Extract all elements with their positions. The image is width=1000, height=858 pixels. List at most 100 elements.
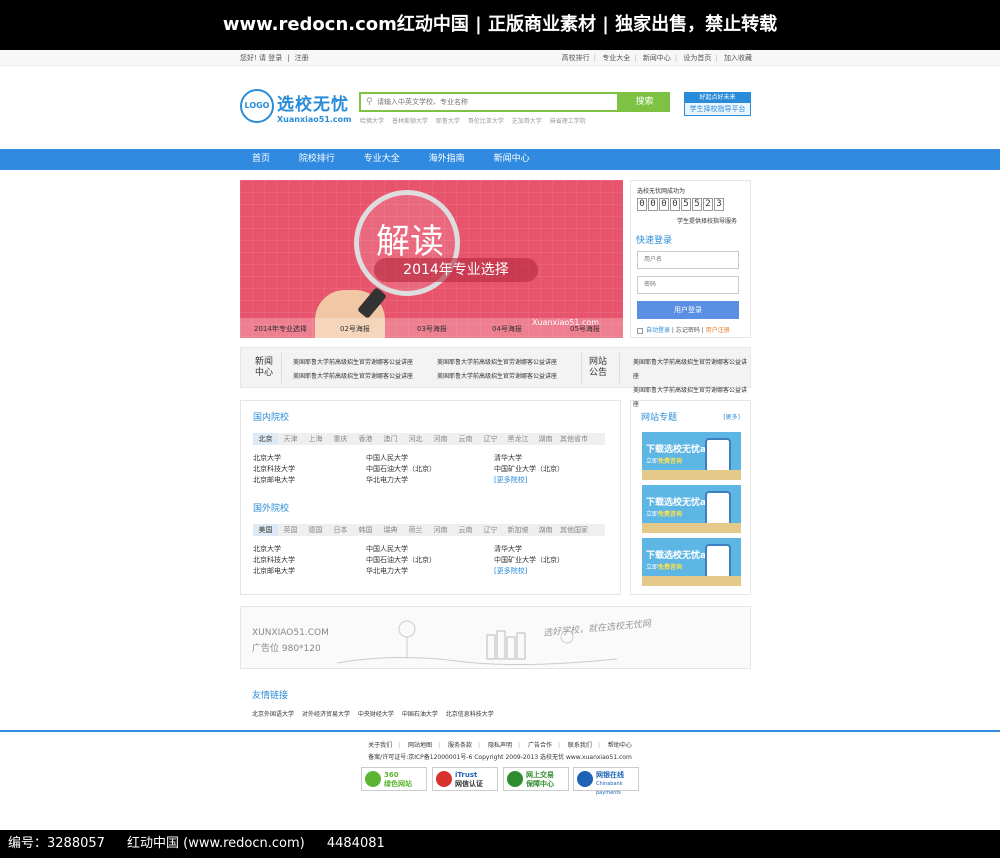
greeting-login-link[interactable]: 您好! 请 登录 (240, 54, 282, 62)
region-tab[interactable]: 其他省市 (558, 433, 590, 445)
footer-link[interactable]: 隐私声明 (488, 742, 512, 749)
news-center-label[interactable]: 新闻 中心 (252, 357, 276, 379)
footer-link[interactable]: 帮助中心 (608, 742, 632, 749)
school-link[interactable]: 华北电力大学 (366, 566, 436, 577)
hot-keyword[interactable]: 普林斯顿大学 (392, 118, 428, 125)
school-link[interactable]: 中国人民大学 (366, 544, 436, 555)
toplink-majors[interactable]: 专业大全 (602, 54, 630, 62)
region-tab[interactable]: 天津 (278, 433, 303, 445)
username-field[interactable] (637, 251, 739, 269)
hero-tab[interactable]: 04号海报 (492, 324, 522, 334)
more-schools-link[interactable]: [更多院校] (494, 475, 564, 486)
friend-link[interactable]: 中央财经大学 (358, 711, 394, 718)
hot-keyword[interactable]: 哥伦比亚大学 (468, 118, 504, 125)
news-item[interactable]: 美国耶鲁大学前高级招生官劳谢娜客公益讲座 (293, 356, 413, 370)
country-tab[interactable]: 英国 (278, 524, 303, 536)
hot-keyword[interactable]: 哈佛大学 (360, 118, 384, 125)
header-ad-badge[interactable]: 好起点好未来 学生择校指导平台 (684, 92, 751, 116)
forgot-password-link[interactable]: 忘记密码 (676, 327, 700, 334)
nav-majors[interactable]: 专业大全 (364, 154, 400, 164)
brand[interactable]: 选校无忧 Xuanxiao51.com (277, 90, 352, 124)
school-link[interactable]: 华北电力大学 (366, 475, 436, 486)
app-promo-banner[interactable]: 下载选校无忧app 立即免费咨询 (642, 485, 741, 533)
country-tab[interactable]: 韩国 (353, 524, 378, 536)
footer-link[interactable]: 服务条款 (448, 742, 472, 749)
badge-trade[interactable]: 网上交易 保障中心 (503, 767, 569, 791)
school-link[interactable]: 北京科技大学 (253, 555, 295, 566)
login-button[interactable]: 用户登录 (637, 301, 739, 319)
hot-keyword[interactable]: 芝加哥大学 (512, 118, 542, 125)
country-tab[interactable]: 云南 (453, 524, 478, 536)
friend-link[interactable]: 对外经济贸易大学 (302, 711, 350, 718)
nav-overseas[interactable]: 海外指南 (429, 154, 465, 164)
nav-news[interactable]: 新闻中心 (494, 154, 530, 164)
ad-placeholder[interactable]: XUNXIAO51.COM 广告位 980*120 选好学校，就在选校无忧网 (240, 606, 751, 669)
school-link[interactable]: 中国矿业大学（北京） (494, 464, 564, 475)
notice-label[interactable]: 网站 公告 (586, 357, 610, 379)
country-tab[interactable]: 瑞典 (378, 524, 403, 536)
hero-tab[interactable]: 2014年专业选择 (254, 324, 307, 334)
country-tab[interactable]: 新加坡 (503, 524, 533, 536)
school-link[interactable]: 北京邮电大学 (253, 475, 295, 486)
footer-link[interactable]: 联系我们 (568, 742, 592, 749)
school-link[interactable]: 中国石油大学（北京） (366, 464, 436, 475)
search-input[interactable] (377, 95, 607, 109)
country-tab[interactable]: 其他国家 (558, 524, 590, 536)
signup-link[interactable]: 用户注册 (706, 327, 730, 334)
badge-itrust[interactable]: iTrust 网信认证 (432, 767, 498, 791)
hot-keyword[interactable]: 麻省理工学院 (550, 118, 586, 125)
region-tab[interactable]: 河南 (428, 433, 453, 445)
toplink-favorite[interactable]: 加入收藏 (724, 54, 752, 62)
toplink-ranking[interactable]: 高校排行 (562, 54, 590, 62)
region-tab[interactable]: 黑龙江 (503, 433, 533, 445)
app-promo-banner[interactable]: 下载选校无忧app 立即免费咨询 (642, 432, 741, 480)
country-tab[interactable]: 湖南 (533, 524, 558, 536)
toplink-homepage[interactable]: 设为首页 (683, 54, 711, 62)
news-item[interactable]: 美国耶鲁大学前高级招生官劳谢娜客公益讲座 (293, 370, 413, 384)
badge-chinabank[interactable]: 网银在线 Chinabank payments (573, 767, 639, 796)
school-link[interactable]: 北京大学 (253, 544, 295, 555)
toplink-news[interactable]: 新闻中心 (643, 54, 671, 62)
school-link[interactable]: 北京邮电大学 (253, 566, 295, 577)
hero-banner[interactable]: 解读 2014年专业选择 2014年专业选择 02号海报 03号海报 04号海报… (240, 180, 623, 338)
hero-tab[interactable]: 03号海报 (417, 324, 447, 334)
search-button[interactable]: 搜索 (619, 92, 670, 112)
region-tab[interactable]: 云南 (453, 433, 478, 445)
footer-link[interactable]: 网站地图 (408, 742, 432, 749)
footer-link[interactable]: 广告合作 (528, 742, 552, 749)
country-tab[interactable]: 德国 (303, 524, 328, 536)
nav-home[interactable]: 首页 (252, 154, 270, 164)
country-tab[interactable]: 辽宁 (478, 524, 503, 536)
school-link[interactable]: 中国矿业大学（北京） (494, 555, 564, 566)
school-link[interactable]: 北京科技大学 (253, 464, 295, 475)
school-link[interactable]: 清华大学 (494, 453, 564, 464)
country-tab[interactable]: 日本 (328, 524, 353, 536)
region-tab[interactable]: 香港 (353, 433, 378, 445)
friend-link[interactable]: 中国石油大学 (402, 711, 438, 718)
school-link[interactable]: 清华大学 (494, 544, 564, 555)
site-logo[interactable]: LOGO (240, 89, 274, 123)
school-link[interactable]: 中国石油大学（北京） (366, 555, 436, 566)
region-tab[interactable]: 河北 (403, 433, 428, 445)
auto-login-label[interactable]: 自动登录 (646, 327, 670, 334)
friend-link[interactable]: 北京信息科技大学 (446, 711, 494, 718)
region-tab[interactable]: 上海 (303, 433, 328, 445)
region-tab[interactable]: 北京 (253, 433, 278, 445)
auto-login-checkbox[interactable] (637, 327, 643, 334)
footer-link[interactable]: 关于我们 (368, 742, 392, 749)
nav-ranking[interactable]: 院校排行 (299, 154, 335, 164)
school-link[interactable]: 北京大学 (253, 453, 295, 464)
news-item[interactable]: 美国耶鲁大学前高级招生官劳谢娜客公益讲座 (437, 356, 557, 370)
notice-item[interactable]: 美国耶鲁大学前高级招生官劳谢娜客公益讲座 (633, 356, 750, 384)
friend-link[interactable]: 北京外国语大学 (252, 711, 294, 718)
app-promo-banner[interactable]: 下载选校无忧app 立即免费咨询 (642, 538, 741, 586)
more-schools-link[interactable]: [更多院校] (494, 566, 564, 577)
hero-tab[interactable]: 02号海报 (340, 324, 370, 334)
region-tab[interactable]: 辽宁 (478, 433, 503, 445)
region-tab[interactable]: 湖南 (533, 433, 558, 445)
news-item[interactable]: 美国耶鲁大学前高级招生官劳谢娜客公益讲座 (437, 370, 557, 384)
badge-360[interactable]: 360 绿色网站 (361, 767, 427, 791)
topics-more-link[interactable]: [更多] (723, 412, 740, 421)
hot-keyword[interactable]: 耶鲁大学 (436, 118, 460, 125)
region-tab[interactable]: 澳门 (378, 433, 403, 445)
